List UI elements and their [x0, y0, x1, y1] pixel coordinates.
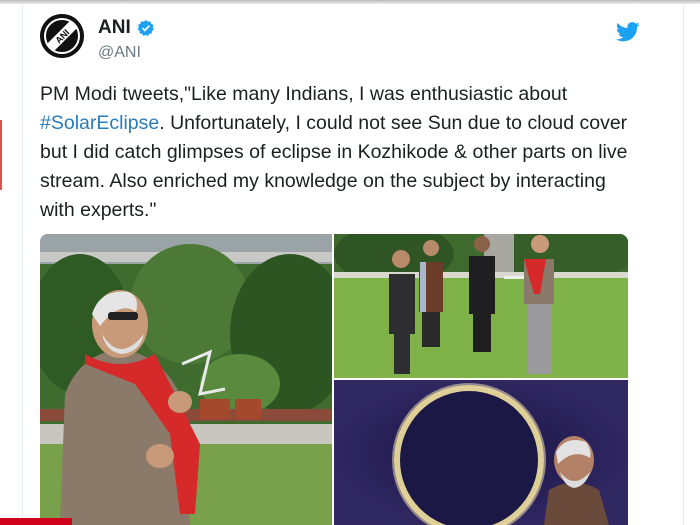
- tweet-card: ANI ANI @ANI PM Modi tweets,"Like many I…: [24, 4, 684, 525]
- hashtag-link[interactable]: #SolarEclipse: [40, 112, 159, 134]
- left-frame: [0, 4, 22, 525]
- tweet-text-start: PM Modi tweets,"Like many Indians, I was…: [40, 83, 568, 105]
- tweet-header: ANI ANI @ANI: [40, 14, 640, 62]
- photo-man-with-eclipse-glasses[interactable]: [40, 234, 332, 525]
- avatar[interactable]: ANI: [40, 14, 84, 58]
- handle[interactable]: @ANI: [98, 44, 141, 62]
- ani-logo-icon: ANI: [40, 14, 84, 58]
- left-divider: [22, 4, 23, 525]
- display-name[interactable]: ANI: [98, 17, 131, 39]
- verified-badge-icon: [137, 20, 154, 37]
- photo-group-on-lawn[interactable]: [334, 234, 628, 378]
- media-grid: [40, 234, 628, 525]
- photo-illustration: [334, 380, 628, 525]
- tweet-text: PM Modi tweets,"Like many Indians, I was…: [40, 80, 640, 225]
- photo-eclipse-ring[interactable]: [334, 380, 628, 525]
- bird-icon[interactable]: [616, 22, 640, 42]
- red-bottom-bar: [0, 518, 72, 525]
- photo-illustration: [334, 234, 628, 378]
- left-accent: [0, 120, 2, 190]
- name-row: ANI: [98, 17, 155, 39]
- photo-illustration: [40, 234, 332, 525]
